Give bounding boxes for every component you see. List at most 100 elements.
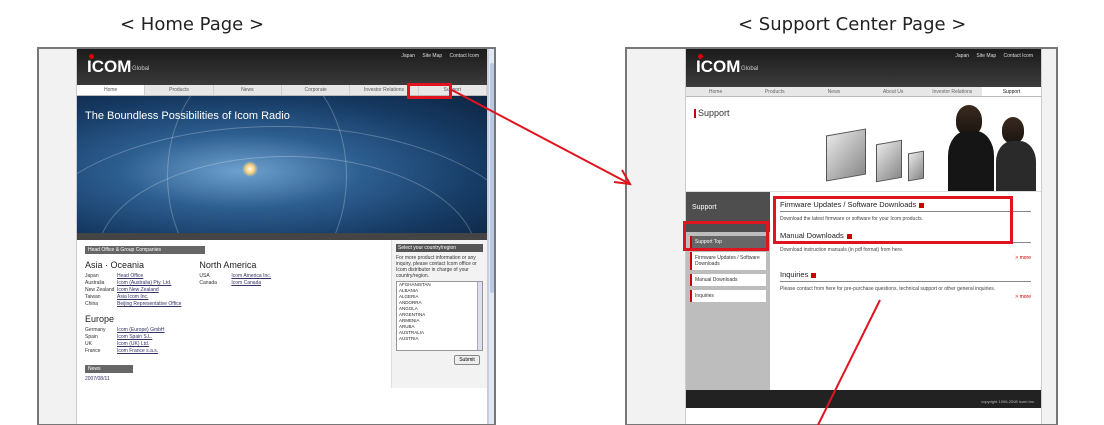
monitor-image <box>826 128 866 182</box>
top-link-contact[interactable]: Contact Icom <box>450 53 479 59</box>
submit-button[interactable]: Submit <box>454 355 480 365</box>
country-label: Australia <box>85 280 105 286</box>
office-link[interactable]: Icom Spain S.L. <box>117 334 152 341</box>
asia-title: Asia · Oceania <box>85 260 145 270</box>
hero-glow <box>242 161 258 177</box>
news-date[interactable]: 2007/08/11 <box>85 376 383 382</box>
top-link-japan[interactable]: Japan <box>401 53 415 59</box>
nav-products[interactable]: Products <box>145 85 214 95</box>
manual-downloads-section-highlight <box>773 196 1013 244</box>
listbox-scrollbar[interactable] <box>477 282 482 350</box>
top-links: Japan Site Map Contact Icom <box>395 53 479 59</box>
office-link[interactable]: Icom Canada <box>231 280 261 287</box>
support-tab-highlight <box>407 83 452 99</box>
section-desc: Download instruction manuals (in pdf for… <box>780 247 904 253</box>
list-item: New Zealand Icom New Zealand <box>85 287 181 294</box>
page-title: Support <box>694 109 730 118</box>
office-link[interactable]: Icom America Inc. <box>231 273 271 280</box>
site-header: ICOM Global Japan Site Map Contact Icom <box>77 49 487 85</box>
nav-home[interactable]: Home <box>686 87 745 96</box>
list-item: Taiwan Asia Icom Inc. <box>85 294 181 301</box>
site-footer: copyright 1996-2008 Icom Inc. <box>686 390 1041 408</box>
news-bar: News <box>85 365 133 373</box>
list-item: Canada Icom Canada <box>199 280 271 287</box>
hero-banner: The Boundless Possibilities of Icom Radi… <box>77 96 487 233</box>
nav-home[interactable]: Home <box>77 85 146 95</box>
section-title[interactable]: Inquiries <box>780 270 1031 282</box>
top-link-contact[interactable]: Contact Icom <box>1004 53 1033 59</box>
country-label: Canada <box>199 280 217 286</box>
logo-subtitle: Global <box>741 66 759 72</box>
office-link[interactable]: Icom New Zealand <box>117 287 159 294</box>
list-item: Spain Icom Spain S.L. <box>85 334 181 341</box>
country-selector-panel: Select your country/region For more prod… <box>391 240 487 388</box>
section-desc: Please contact from here for pre-purchas… <box>780 286 996 292</box>
north-america-region: North America USA Icom America Inc. Canad… <box>199 260 271 355</box>
nav-support[interactable]: Support <box>981 87 1042 96</box>
top-link-japan[interactable]: Japan <box>955 53 969 59</box>
country-label: New Zealand <box>85 287 115 293</box>
icom-logo[interactable]: ICOM <box>87 57 131 77</box>
home-page-caption: < Home Page > <box>120 14 265 35</box>
country-label: Japan <box>85 273 99 279</box>
europe-title: Europe <box>85 314 115 324</box>
arrow-icon <box>811 272 817 278</box>
europe-region: Europe Germany Icom (Europe) GmbH Spain Ic… <box>85 314 181 355</box>
list-item: Japan Head Office <box>85 273 181 280</box>
monitor-image <box>876 139 902 183</box>
list-item: France Icom France s.a.s. <box>85 348 181 355</box>
nav-news[interactable]: News <box>804 87 863 96</box>
office-link[interactable]: Asia Icom Inc. <box>117 294 148 301</box>
office-link[interactable]: Icom (Europe) GmbH <box>117 327 165 334</box>
monitor-image <box>908 150 924 182</box>
country-selector-text: For more product information or any inqu… <box>396 255 477 279</box>
main-nav: Home Products News About Us Investor Rel… <box>686 87 1042 97</box>
nav-products[interactable]: Products <box>745 87 804 96</box>
nav-news[interactable]: News <box>214 85 282 95</box>
regions: Asia · Oceania Japan Head Office Australi… <box>85 260 383 355</box>
list-item: USA Icom America Inc. <box>199 273 271 280</box>
hero-title: The Boundless Possibilities of Icom Radi… <box>85 110 290 122</box>
country-label: Germany <box>85 327 106 333</box>
list-item: Germany Icom (Europe) GmbH <box>85 327 181 334</box>
support-hero: Support <box>686 97 1041 192</box>
more-link[interactable]: > more <box>780 294 1031 300</box>
office-link[interactable]: Icom (Australia) Pty. Ltd. <box>117 280 171 287</box>
nav-investor-relations[interactable]: Investor Relations <box>923 87 982 96</box>
operator-image <box>1002 117 1024 143</box>
office-link[interactable]: Icom (UK) Ltd. <box>117 341 149 348</box>
page-scrollbar[interactable] <box>488 49 494 424</box>
comparison-figure: < Home Page > < Support Center Page > IC… <box>0 0 1104 425</box>
scrollbar-thumb[interactable] <box>490 63 494 293</box>
home-page: ICOM Global Japan Site Map Contact Icom … <box>76 49 488 424</box>
asia-region: Asia · Oceania Japan Head Office Australi… <box>85 260 181 355</box>
operator-body-image <box>948 131 994 191</box>
sidebar-item-firmware[interactable]: Firmware Updates / Software Downloads <box>690 252 766 270</box>
section-title-text[interactable]: Inquiries <box>780 270 808 279</box>
country-selector-title: Select your country/region <box>396 244 483 252</box>
nav-about-us[interactable]: About Us <box>864 87 923 96</box>
home-page-screenshot: ICOM Global Japan Site Map Contact Icom … <box>37 47 496 425</box>
office-link[interactable]: Beijing Representative Office <box>117 301 181 308</box>
country-option[interactable]: AUSTRIA <box>397 336 482 342</box>
operator-body-image <box>996 141 1036 191</box>
manual-downloads-nav-highlight <box>683 221 769 251</box>
country-label: China <box>85 301 99 307</box>
home-main-column: Head Office & Group Companies Asia · Oce… <box>77 240 391 388</box>
north-america-title: North America <box>199 260 257 270</box>
country-listbox[interactable]: AFGHANISTAN ALBANIA ALGERIA ANDORRA ANGO… <box>396 281 483 351</box>
more-link[interactable]: > more <box>780 255 1031 261</box>
office-link[interactable]: Icom France s.a.s. <box>117 348 158 355</box>
sidebar-item-manuals[interactable]: Manual Downloads <box>690 274 766 286</box>
top-link-sitemap[interactable]: Site Map <box>976 53 996 59</box>
country-label: Taiwan <box>85 294 101 300</box>
list-item: Australia Icom (Australia) Pty. Ltd. <box>85 280 181 287</box>
country-label: Spain <box>85 334 98 340</box>
home-body: Head Office & Group Companies Asia · Oce… <box>77 240 487 388</box>
sidebar-item-inquiries[interactable]: Inquiries <box>690 290 766 302</box>
office-link[interactable]: Head Office <box>117 273 143 280</box>
top-link-sitemap[interactable]: Site Map <box>422 53 442 59</box>
country-label: France <box>85 348 101 354</box>
nav-corporate[interactable]: Corporate <box>282 85 351 95</box>
icom-logo[interactable]: ICOM <box>696 57 740 77</box>
